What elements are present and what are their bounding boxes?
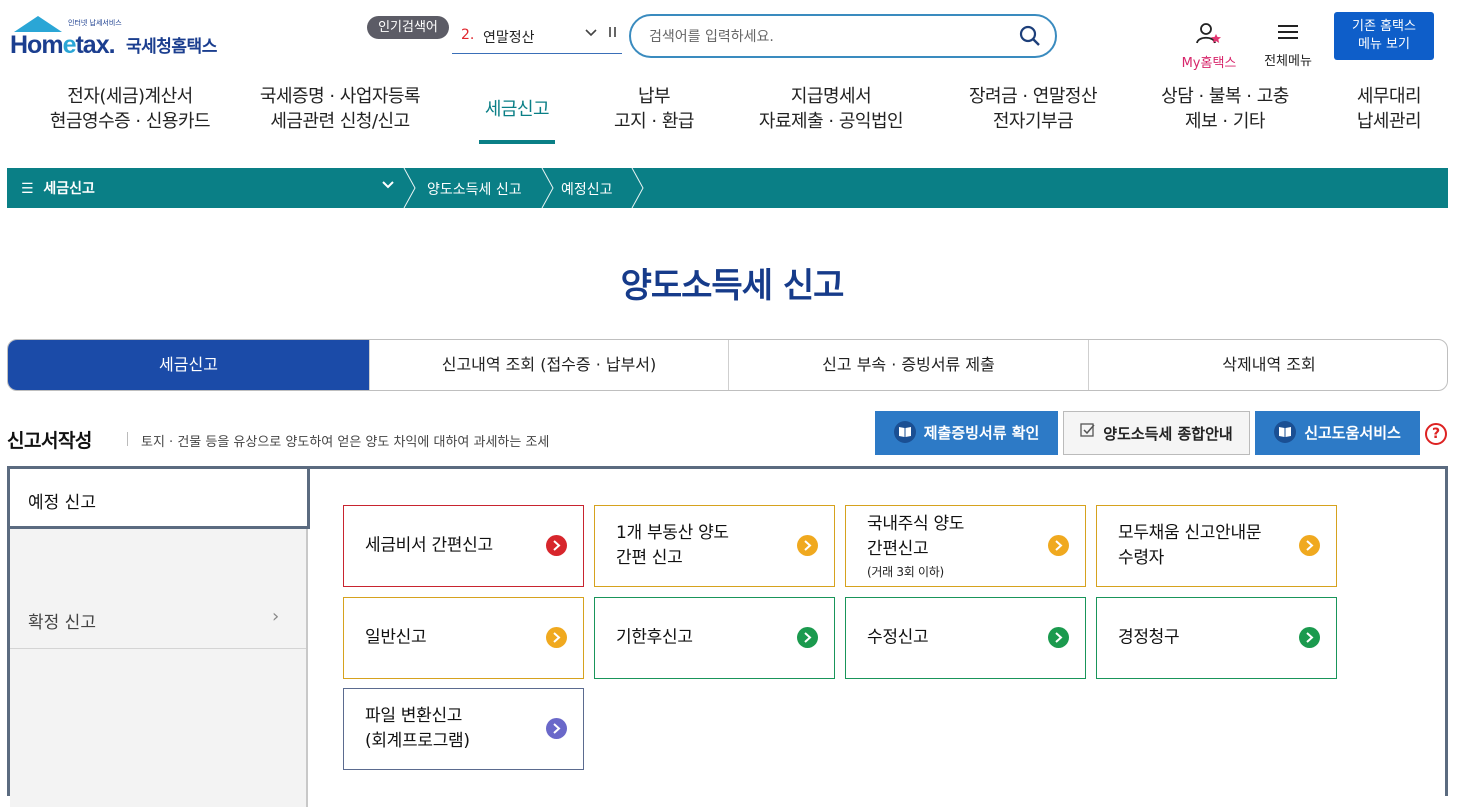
search-box (629, 14, 1057, 58)
tab-deleted-history[interactable]: 삭제내역 조회 (1088, 340, 1447, 390)
gnb-item-tax-agent[interactable]: 세무대리 납세관리 (1340, 84, 1438, 134)
gnb-active-underline (479, 140, 555, 144)
old-menu-line2: 메뉴 보기 (1358, 37, 1410, 52)
my-hometax-button[interactable]: My홈택스 (1174, 22, 1244, 71)
help-icon[interactable]: ? (1425, 423, 1447, 445)
logo-korean-name: 국세청홈택스 (126, 37, 217, 57)
pause-icon[interactable] (608, 26, 618, 42)
logo-subtitle: 인터넷 납세서비스 (68, 19, 122, 27)
section-divider (127, 432, 128, 446)
logo-wordmark: Hometax. (10, 31, 116, 59)
section-description: 토지 · 건물 등을 유상으로 양도하여 얻은 양도 차익에 대하여 과세하는 … (141, 435, 550, 450)
popular-search-label: 인기검색어 (367, 16, 449, 39)
arrow-right-icon (797, 535, 818, 556)
popular-term[interactable]: 연말정산 (483, 27, 535, 47)
page-title: 양도소득세 신고 (620, 266, 845, 306)
arrow-right-icon (546, 627, 567, 648)
chevron-down-icon[interactable] (584, 25, 598, 43)
book-icon (1274, 420, 1297, 443)
breadcrumb-separator-icon (631, 168, 644, 208)
search-icon[interactable] (1019, 25, 1041, 51)
card-tax-secretary-simple[interactable]: 세금비서 간편신고 (343, 505, 584, 587)
tab-report-history[interactable]: 신고내역 조회 (접수증 · 납부서) (369, 340, 728, 390)
card-correction-claim[interactable]: 경정청구 (1096, 597, 1337, 679)
gnb-item-e-invoice[interactable]: 전자(세금)계산서 현금영수증 · 신용카드 (30, 84, 230, 134)
arrow-right-icon (797, 627, 818, 648)
gnb-item-incentive[interactable]: 장려금 · 연말정산 전자기부금 (948, 84, 1118, 134)
card-domestic-stock[interactable]: 국내주식 양도 간편신고 (거래 3회 이하) (845, 505, 1086, 587)
side-menu: 확정 신고 › (10, 527, 308, 807)
card-file-conversion[interactable]: 파일 변환신고 (회계프로그램) (343, 688, 584, 770)
gnb-item-payment-statement[interactable]: 지급명세서 자료제출 · 공익법인 (741, 84, 921, 134)
book-icon (893, 420, 916, 443)
side-menu-item-preliminary[interactable]: 예정 신고 (10, 469, 310, 529)
popular-search-ticker[interactable]: 2. 연말정산 (452, 22, 622, 54)
menu-icon: ☰ (21, 181, 44, 197)
breadcrumb: ☰ 세금신고 양도소득세 신고 예정신고 (7, 168, 1448, 208)
logo-roof-icon (14, 16, 62, 32)
old-menu-line1: 기존 홈택스 (1352, 19, 1416, 34)
report-panel: 확정 신고 › 예정 신고 세금비서 간편신고 1개 부동산 양도 간편 신고 국… (7, 466, 1448, 807)
tab-attachment-submit[interactable]: 신고 부속 · 증빙서류 제출 (728, 340, 1088, 390)
tab-tax-report[interactable]: 세금신고 (8, 340, 369, 390)
arrow-right-icon (1299, 535, 1320, 556)
card-general-report[interactable]: 일반신고 (343, 597, 584, 679)
side-menu-item-final[interactable]: 확정 신고 › (10, 589, 306, 649)
arrow-right-icon (1048, 535, 1069, 556)
chevron-right-icon: › (272, 606, 280, 627)
card-note: (거래 3회 이하) (867, 565, 944, 579)
breadcrumb-item-preliminary[interactable]: 예정신고 (561, 179, 613, 199)
gnb-item-certificate[interactable]: 국세증명 · 사업자등록 세금관련 신청/신고 (240, 84, 440, 134)
report-help-service-button[interactable]: 신고도움서비스 (1255, 411, 1420, 455)
search-input[interactable] (649, 26, 1009, 48)
all-menu-button[interactable]: 전체메뉴 (1258, 22, 1318, 69)
card-prefilled-notice[interactable]: 모두채움 신고안내문 수령자 (1096, 505, 1337, 587)
card-late-report[interactable]: 기한후신고 (594, 597, 835, 679)
breadcrumb-item-transfer-tax[interactable]: 양도소득세 신고 (427, 179, 522, 199)
all-menu-label: 전체메뉴 (1264, 54, 1312, 69)
arrow-right-icon (546, 718, 567, 739)
gnb-item-tax-report[interactable]: 세금신고 (462, 97, 572, 122)
user-icon (1195, 23, 1223, 48)
tab-bar: 세금신고 신고내역 조회 (접수증 · 납부서) 신고 부속 · 증빙서류 제출… (7, 339, 1448, 391)
popular-rank: 2. (461, 27, 475, 43)
hamburger-icon (1277, 25, 1299, 46)
hometax-logo[interactable]: 인터넷 납세서비스 Hometax. 국세청홈택스 (10, 14, 230, 60)
old-menu-button[interactable]: 기존 홈택스 메뉴 보기 (1334, 12, 1434, 60)
chevron-down-icon[interactable] (381, 177, 395, 195)
breadcrumb-separator-icon (403, 168, 416, 208)
section-title: 신고서작성 (7, 430, 92, 452)
gnb-item-payment[interactable]: 납부 고지 · 환급 (594, 84, 714, 134)
breadcrumb-menu[interactable]: ☰ 세금신고 (21, 178, 95, 198)
breadcrumb-separator-icon (541, 168, 554, 208)
gnb-item-counseling[interactable]: 상담 · 불복 · 고충 제보 · 기타 (1140, 84, 1310, 134)
checklist-icon (1080, 411, 1096, 455)
arrow-right-icon (1299, 627, 1320, 648)
transfer-tax-guide-button[interactable]: 양도소득세 종합안내 (1063, 411, 1250, 455)
card-amended-report[interactable]: 수정신고 (845, 597, 1086, 679)
arrow-right-icon (546, 535, 567, 556)
card-single-real-estate[interactable]: 1개 부동산 양도 간편 신고 (594, 505, 835, 587)
arrow-right-icon (1048, 627, 1069, 648)
my-hometax-label: My홈택스 (1181, 56, 1237, 71)
required-documents-button[interactable]: 제출증빙서류 확인 (875, 411, 1058, 455)
